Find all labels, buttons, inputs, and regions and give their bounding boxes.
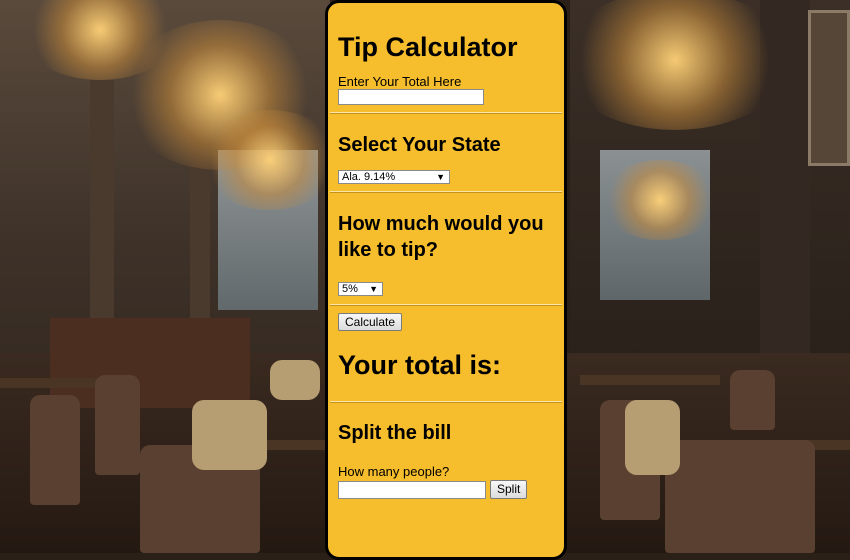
state-select[interactable]: Ala. 9.14% ▼ bbox=[338, 170, 450, 184]
people-label: How many people? bbox=[338, 464, 450, 479]
chair-cushion bbox=[192, 400, 267, 470]
split-heading: Split the bill bbox=[338, 422, 452, 444]
chandelier bbox=[200, 110, 340, 210]
dining-chair bbox=[730, 370, 775, 430]
dining-table bbox=[0, 378, 110, 388]
page-title: Tip Calculator bbox=[338, 32, 518, 62]
chandelier bbox=[600, 160, 720, 240]
dining-table bbox=[580, 375, 720, 385]
chevron-down-icon: ▼ bbox=[436, 172, 445, 182]
chair-cushion bbox=[270, 360, 320, 400]
section-divider bbox=[330, 401, 562, 403]
people-input[interactable] bbox=[338, 480, 486, 499]
chevron-down-icon: ▼ bbox=[369, 284, 378, 294]
total-label: Enter Your Total Here bbox=[338, 74, 462, 89]
background-wall-frame bbox=[808, 10, 850, 166]
section-divider bbox=[330, 304, 562, 306]
tip-calculator-panel: Tip Calculator Enter Your Total Here Sel… bbox=[325, 0, 567, 560]
tip-select-value: 5% bbox=[342, 283, 358, 295]
total-input[interactable] bbox=[338, 89, 484, 105]
section-divider bbox=[330, 112, 562, 114]
result-heading: Your total is: bbox=[338, 350, 502, 380]
section-divider bbox=[330, 191, 562, 193]
split-button[interactable]: Split bbox=[490, 480, 528, 499]
tip-select[interactable]: 5% ▼ bbox=[338, 282, 383, 296]
dining-chair bbox=[665, 440, 815, 553]
background-pillar bbox=[90, 80, 114, 340]
dining-chair bbox=[30, 395, 80, 505]
chair-cushion bbox=[625, 400, 680, 475]
state-select-value: Ala. 9.14% bbox=[342, 171, 396, 183]
background-bar-counter bbox=[50, 318, 250, 408]
state-heading: Select Your State bbox=[338, 134, 501, 156]
calculate-button[interactable]: Calculate bbox=[338, 313, 403, 331]
tip-heading: How much would you like to tip? bbox=[338, 213, 544, 261]
dining-chair bbox=[95, 375, 140, 475]
